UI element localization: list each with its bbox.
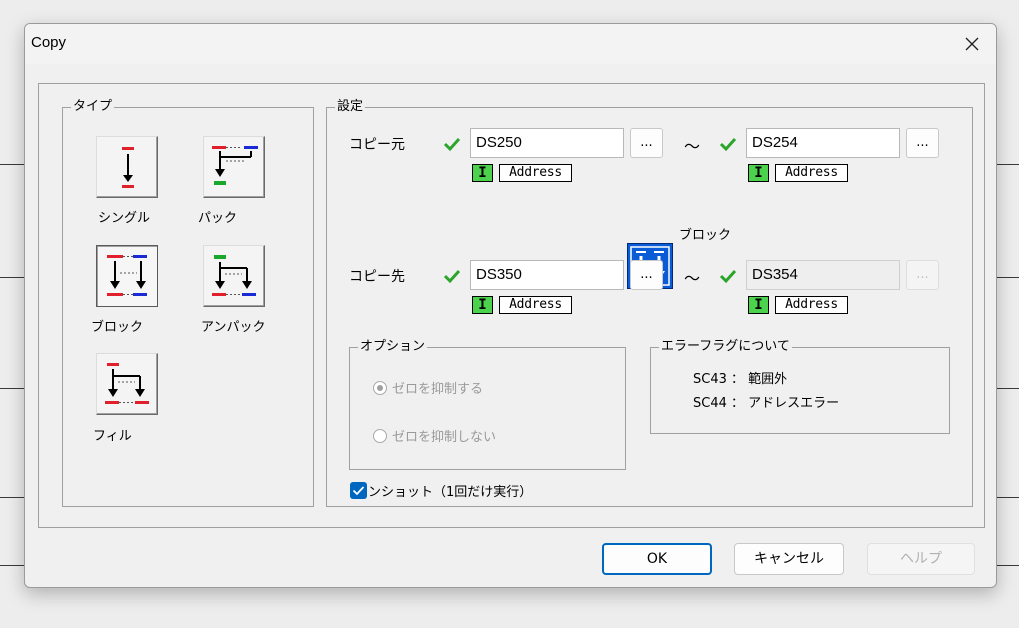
unpack-icon <box>212 255 256 296</box>
help-button: ヘルプ <box>867 543 975 575</box>
dest-from-input[interactable]: DS350 <box>470 260 624 290</box>
source-to-input[interactable]: DS254 <box>746 128 900 158</box>
copy-dialog: Copy タイプ シングル パック ブロック アンパック フィル 設定 コピー元… <box>24 23 997 588</box>
window-title: Copy <box>31 34 67 51</box>
dest-to-type-badge: I <box>748 296 769 314</box>
dest-to-check-icon <box>719 269 737 284</box>
source-to-check-icon <box>719 137 737 152</box>
options-legend: オプション <box>358 339 428 355</box>
dest-from-address-button[interactable]: Address <box>499 296 572 314</box>
dest-from-type-badge: I <box>472 296 493 314</box>
block-mode-label: ブロック <box>679 228 732 243</box>
error-flags-legend: エラーフラグについて <box>659 339 792 355</box>
settings-legend: 設定 <box>335 99 366 115</box>
radio-circle <box>373 428 387 443</box>
dest-label: コピー先 <box>349 269 405 285</box>
pack-icon <box>212 146 258 185</box>
close-button[interactable] <box>948 24 996 64</box>
type-unpack-label: アンパック <box>201 320 266 335</box>
source-to-type-badge: I <box>748 164 769 182</box>
single-icon <box>122 147 134 188</box>
type-block-button[interactable] <box>96 245 158 307</box>
dest-from-check-icon <box>443 269 461 284</box>
type-pack-button[interactable] <box>203 136 265 198</box>
options-groupbox: オプション ゼロを抑制する ゼロを抑制しない <box>349 339 626 470</box>
dest-from-browse-button[interactable]: ... <box>630 260 663 290</box>
source-label: コピー元 <box>349 137 405 153</box>
zero-no-suppress-radio[interactable]: ゼロを抑制しない <box>373 426 496 445</box>
type-groupbox: タイプ シングル パック ブロック アンパック フィル <box>62 99 314 507</box>
close-icon <box>965 37 979 51</box>
cancel-button[interactable]: キャンセル <box>734 543 844 575</box>
dest-to-address-button[interactable]: Address <box>775 296 848 314</box>
source-from-browse-button[interactable]: ... <box>630 128 663 158</box>
dest-to-browse-button: ... <box>906 260 939 290</box>
type-single-button[interactable] <box>96 136 158 198</box>
dest-to-input: DS354 <box>746 260 900 290</box>
checkbox-box <box>350 482 367 499</box>
radio-circle <box>373 380 387 395</box>
oneshot-checkbox[interactable]: ワンショット（1回だけ実行） <box>350 481 532 500</box>
ok-button[interactable]: OK <box>602 543 712 575</box>
oneshot-label: ワンショット（1回だけ実行） <box>355 485 533 500</box>
error-flags-groupbox: エラーフラグについて SC43 ： 範囲外 SC44 ： アドレスエラー <box>650 339 950 434</box>
zero-suppress-radio[interactable]: ゼロを抑制する <box>373 378 483 397</box>
type-legend: タイプ <box>71 99 115 115</box>
zero-no-suppress-label: ゼロを抑制しない <box>392 430 497 445</box>
type-fill-label: フィル <box>93 429 132 444</box>
source-to-browse-button[interactable]: ... <box>906 128 939 158</box>
block-icon <box>107 255 147 296</box>
type-single-label: シングル <box>98 211 151 226</box>
main-panel: タイプ シングル パック ブロック アンパック フィル 設定 コピー元 DS25… <box>38 83 985 528</box>
zero-suppress-label: ゼロを抑制する <box>392 382 484 397</box>
type-fill-button[interactable] <box>96 353 158 415</box>
error-flag-sc43: SC43 ： 範囲外 <box>693 372 788 387</box>
source-from-check-icon <box>443 137 461 152</box>
type-unpack-button[interactable] <box>203 245 265 307</box>
checkmark-icon <box>352 486 365 496</box>
source-from-address-button[interactable]: Address <box>499 164 572 182</box>
fill-icon <box>105 363 149 404</box>
source-to-address-button[interactable]: Address <box>775 164 848 182</box>
type-block-label: ブロック <box>91 320 144 335</box>
title-bar[interactable]: Copy <box>25 24 996 64</box>
source-from-input[interactable]: DS250 <box>470 128 624 158</box>
dest-range-separator: ～ <box>684 269 701 288</box>
error-flag-sc44: SC44 ： アドレスエラー <box>693 396 840 411</box>
type-pack-label: パック <box>198 211 238 226</box>
source-range-separator: ～ <box>684 137 701 156</box>
source-from-type-badge: I <box>472 164 493 182</box>
